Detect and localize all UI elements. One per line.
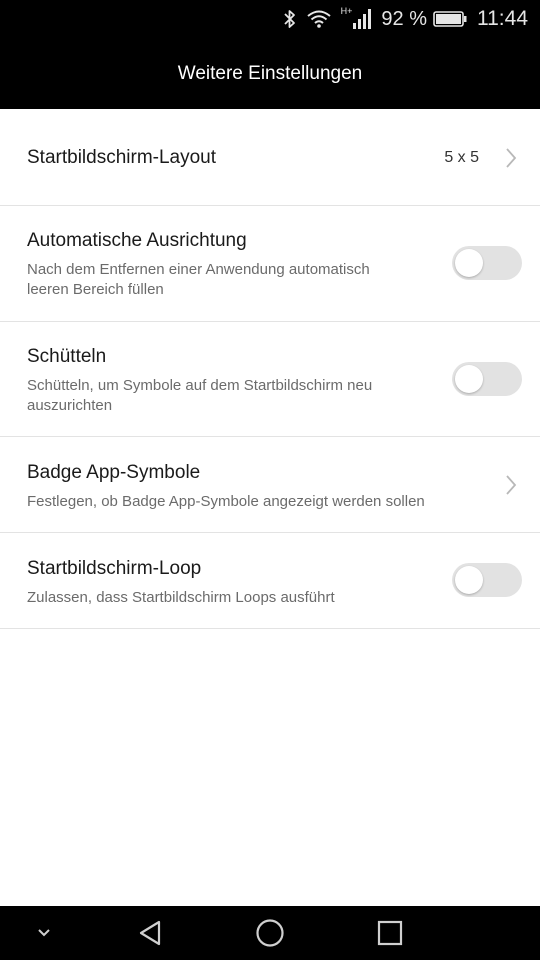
back-icon[interactable] <box>130 906 170 960</box>
setting-subtitle-line1: Schütteln, um Symbole auf dem Startbilds… <box>27 377 373 394</box>
signal-icon: H+ <box>340 6 372 29</box>
toggle-knob <box>455 566 483 594</box>
recents-icon[interactable] <box>370 906 410 960</box>
title-bar: Weitere Einstellungen <box>0 38 540 109</box>
setting-subtitle-line2: auszurichten <box>27 397 113 414</box>
status-bar: H+ 92 % 11:44 <box>0 0 540 38</box>
chevron-right-icon <box>504 474 518 496</box>
toggle-knob <box>455 249 483 277</box>
setting-title: Schütteln <box>27 346 107 367</box>
setting-auto-align[interactable]: Automatische Ausrichtung Nach dem Entfer… <box>0 206 540 322</box>
setting-badge-icons[interactable]: Badge App-Symbole Festlegen, ob Badge Ap… <box>0 437 540 533</box>
auto-align-toggle[interactable] <box>452 246 522 280</box>
chevron-right-icon <box>504 147 518 169</box>
setting-home-loop[interactable]: Startbildschirm-Loop Zulassen, dass Star… <box>0 533 540 629</box>
screen: H+ 92 % 11:44 Weitere Einstellungen Star… <box>0 0 540 960</box>
battery-percent: 92 % <box>381 7 427 30</box>
network-type-label: H+ <box>340 6 353 16</box>
navigation-bar <box>0 906 540 960</box>
clock: 11:44 <box>477 7 528 30</box>
shake-toggle[interactable] <box>452 362 522 396</box>
page-title: Weitere Einstellungen <box>177 62 363 84</box>
setting-shake[interactable]: Schütteln Schütteln, um Symbole auf dem … <box>0 322 540 437</box>
setting-title: Automatische Ausrichtung <box>27 230 247 251</box>
bluetooth-icon <box>283 9 297 29</box>
setting-title: Badge App-Symbole <box>27 462 201 483</box>
setting-subtitle-line1: Festlegen, ob Badge App-Symbole angezeig… <box>27 493 425 510</box>
battery-icon <box>433 11 467 27</box>
toggle-knob <box>455 365 483 393</box>
setting-subtitle-line1: Nach dem Entfernen einer Anwendung autom… <box>27 261 370 278</box>
home-icon[interactable] <box>250 906 290 960</box>
setting-home-layout[interactable]: Startbildschirm-Layout 5 x 5 <box>0 109 540 206</box>
setting-value: 5 x 5 <box>444 149 479 166</box>
setting-title: Startbildschirm-Loop <box>27 558 202 579</box>
wifi-icon <box>307 10 331 28</box>
setting-subtitle-line1: Zulassen, dass Startbildschirm Loops aus… <box>27 589 335 606</box>
setting-subtitle-line2: leeren Bereich füllen <box>27 281 164 298</box>
setting-title: Startbildschirm-Layout <box>27 147 217 168</box>
chevron-down-icon[interactable] <box>24 906 64 960</box>
settings-list: Startbildschirm-Layout 5 x 5 Automatisch… <box>0 109 540 629</box>
home-loop-toggle[interactable] <box>452 563 522 597</box>
header: H+ 92 % 11:44 Weitere Einstellungen <box>0 0 540 109</box>
